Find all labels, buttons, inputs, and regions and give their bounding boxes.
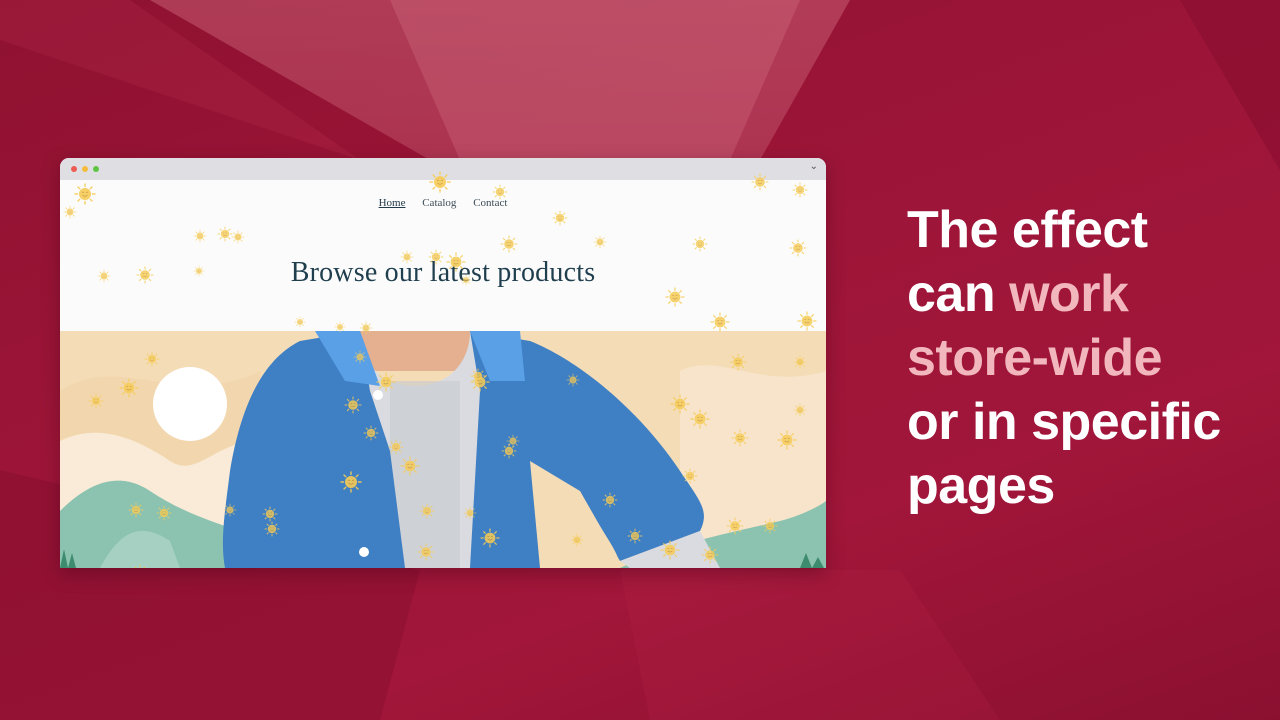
nav-contact[interactable]: Contact xyxy=(473,197,507,209)
moon-shape xyxy=(153,367,227,441)
tagline-line: or in specific xyxy=(907,393,1221,451)
tagline: The effect can work store-wide or in spe… xyxy=(907,198,1267,518)
tagline-text: can xyxy=(907,265,1010,323)
maximize-window-button[interactable] xyxy=(93,166,99,172)
close-window-button[interactable] xyxy=(71,166,77,172)
chevron-down-icon[interactable]: ⌄ xyxy=(810,161,818,172)
tagline-highlight: store-wide xyxy=(907,329,1163,387)
hero-illustration xyxy=(60,331,826,568)
store-nav: Home Catalog Contact xyxy=(60,197,826,209)
minimize-window-button[interactable] xyxy=(82,166,88,172)
tagline-line: The effect xyxy=(907,201,1148,259)
jacket-button xyxy=(373,390,383,400)
nav-catalog[interactable]: Catalog xyxy=(422,197,456,209)
store-page: Home Catalog Contact Browse our latest p… xyxy=(60,171,826,568)
jacket-button xyxy=(359,547,369,557)
nav-home[interactable]: Home xyxy=(379,197,406,209)
store-header: Home Catalog Contact Browse our latest p… xyxy=(60,180,826,331)
tagline-line: pages xyxy=(907,457,1055,515)
tagline-highlight: work xyxy=(1009,265,1129,323)
hero-image xyxy=(60,331,826,568)
page-headline: Browse our latest products xyxy=(290,257,596,288)
tagline-line: can work xyxy=(907,262,1267,326)
browser-titlebar: ⌄ xyxy=(60,158,826,180)
browser-window: ⌄ Home Catalog Contact Browse our latest… xyxy=(60,158,826,568)
